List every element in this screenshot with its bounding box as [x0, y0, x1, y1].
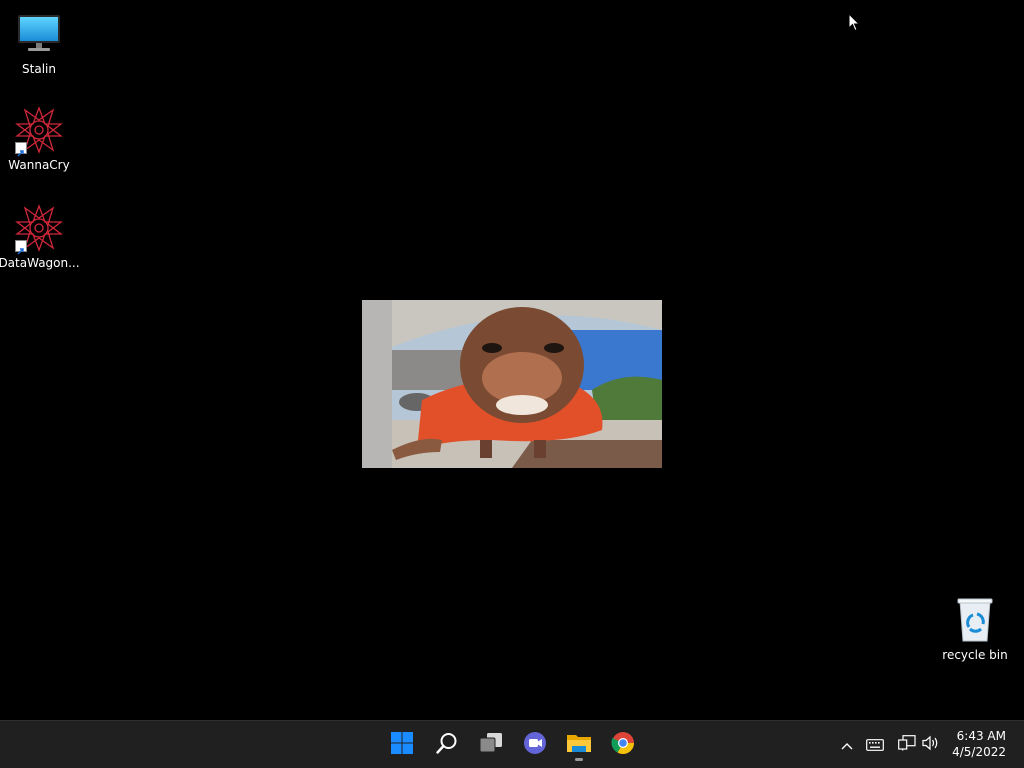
- search-icon: [435, 731, 459, 759]
- desktop-icon-recycle-bin[interactable]: recycle bin: [937, 596, 1013, 662]
- show-hidden-icons-button[interactable]: [837, 735, 857, 755]
- desktop-icon-label: DataWagon...: [0, 256, 80, 270]
- search-button[interactable]: [430, 728, 464, 762]
- desktop-icon-label: WannaCry: [8, 158, 70, 172]
- task-view-button[interactable]: [474, 728, 508, 762]
- chevron-up-icon: [840, 736, 854, 755]
- folder-icon: [566, 731, 592, 759]
- clock-date: 4/5/2022: [952, 745, 1006, 759]
- desktop-icon-wannacry[interactable]: WannaCry: [1, 106, 77, 172]
- teams-chat-icon: [523, 731, 547, 759]
- red-star-pattern-icon: [15, 106, 63, 157]
- clock-time: 6:43 AM: [956, 729, 1006, 743]
- start-button[interactable]: [385, 728, 419, 762]
- shortcut-arrow-icon: [15, 142, 27, 157]
- shortcut-arrow-icon: [15, 240, 27, 255]
- desktop-icon-stalin[interactable]: Stalin: [1, 10, 77, 76]
- red-star-pattern-icon: [15, 204, 63, 255]
- mouse-cursor-icon: [848, 12, 861, 32]
- keyboard-icon: [866, 736, 884, 755]
- recycle-bin-icon: [951, 596, 999, 644]
- desktop-icon-label: recycle bin: [942, 648, 1008, 662]
- network-icon: [898, 735, 916, 755]
- chat-button[interactable]: [518, 728, 552, 762]
- chrome-button[interactable]: [606, 728, 640, 762]
- clock[interactable]: 6:43 AM 4/5/2022: [936, 728, 1006, 760]
- network-button[interactable]: [897, 735, 917, 755]
- chrome-icon: [611, 731, 635, 759]
- taskbar: 6:43 AM 4/5/2022: [0, 720, 1024, 768]
- file-explorer-button[interactable]: [562, 728, 596, 762]
- computer-monitor-icon: [15, 10, 63, 58]
- video-frame-image[interactable]: [362, 300, 662, 468]
- desktop-icon-label: Stalin: [22, 62, 56, 76]
- desktop: Stalin WannaCry DataWagon... recycle bin: [0, 0, 1024, 720]
- desktop-icon-datawagon[interactable]: DataWagon...: [0, 204, 80, 270]
- task-view-icon: [478, 731, 504, 759]
- windows-logo-icon: [390, 731, 414, 759]
- keyboard-button[interactable]: [865, 735, 885, 755]
- running-indicator: [575, 758, 583, 761]
